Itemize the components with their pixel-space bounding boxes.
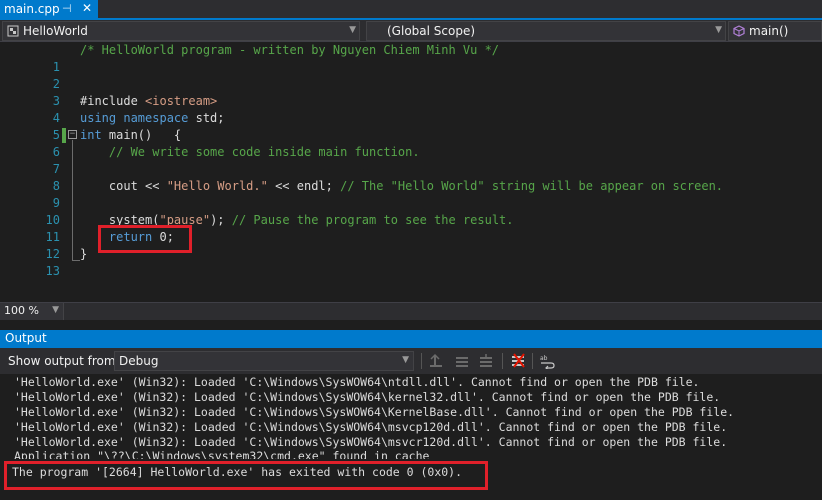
close-tab-icon[interactable]: ✕ <box>82 1 92 15</box>
line-number: 9 <box>52 196 60 210</box>
collapse-block-icon[interactable]: − <box>68 130 77 139</box>
return-highlight-box <box>98 225 192 253</box>
code-line-header-comment: /* HelloWorld program - written by Nguye… <box>80 43 500 57</box>
line-number: 7 <box>52 162 60 176</box>
navigation-bar: HelloWorld ▼ (Global Scope) ▼ main() <box>0 20 822 42</box>
line-number: 3 <box>52 94 60 108</box>
output-line: 'HelloWorld.exe' (Win32): Loaded 'C:\Win… <box>14 405 735 419</box>
chevron-down-icon: ▼ <box>52 305 59 315</box>
chevron-down-icon: ▼ <box>715 25 722 35</box>
output-source-value: Debug <box>119 354 159 368</box>
line-number: 11 <box>45 230 60 244</box>
fold-guide <box>72 140 73 260</box>
code-line-6: int main() { <box>80 127 181 144</box>
line-number: 2 <box>52 77 60 91</box>
chevron-down-icon: ▼ <box>349 25 356 35</box>
line-number: 8 <box>52 179 60 193</box>
code-line-3: #include <iostream> <box>80 93 217 110</box>
scope-dropdown[interactable]: (Global Scope) ▼ <box>366 21 726 41</box>
line-number: 5 <box>52 128 60 142</box>
output-toolbar: Show output from: Debug ▼ ab <box>0 348 822 374</box>
line-number: 13 <box>45 264 60 278</box>
output-line: 'HelloWorld.exe' (Win32): Loaded 'C:\Win… <box>14 420 728 434</box>
code-token: // The "Hello World" string will be appe… <box>340 179 724 193</box>
show-output-from-label: Show output from: <box>8 354 120 368</box>
code-token: <iostream> <box>145 94 218 108</box>
code-token: "Hello World." <box>166 179 268 193</box>
output-line: Application "\??\C:\Windows\system32\cmd… <box>14 449 430 459</box>
line-number: 12 <box>45 247 60 261</box>
line-number: 1 <box>52 60 60 74</box>
scope-name: (Global Scope) <box>387 24 476 38</box>
line-number: 6 <box>52 145 60 159</box>
method-cube-icon <box>733 25 745 37</box>
project-name: HelloWorld <box>23 24 88 38</box>
toolbar-separator <box>421 353 422 369</box>
code-token: << endl; <box>267 179 341 193</box>
chevron-down-icon: ▼ <box>402 355 409 365</box>
code-token: int <box>80 128 102 142</box>
code-token: cout << <box>80 179 167 193</box>
toggle-word-wrap-icon[interactable]: ab <box>539 353 555 369</box>
goto-prev-message-icon[interactable] <box>428 353 444 369</box>
code-line-9: cout << "Hello World." << endl; // The "… <box>80 178 723 195</box>
change-marker <box>62 128 66 143</box>
pin-tab-icon[interactable]: ⊣ <box>62 2 72 15</box>
svg-text:ab: ab <box>540 355 548 362</box>
zoom-dropdown[interactable]: 100 % ▼ <box>0 303 64 320</box>
code-line-13: } <box>80 247 88 261</box>
member-dropdown[interactable]: main() <box>728 21 822 41</box>
code-token: std; <box>188 111 225 125</box>
line-number: 4 <box>52 111 60 125</box>
code-token: // Pause the program to see the result. <box>231 213 514 227</box>
code-token: ); <box>210 213 232 227</box>
output-panel-title[interactable]: Output <box>0 330 822 348</box>
toolbar-separator <box>532 353 533 369</box>
editor-status-strip: 100 % ▼ <box>0 302 822 320</box>
code-token: #include <box>80 94 146 108</box>
fold-guide-end <box>72 260 80 261</box>
tab-main-cpp[interactable]: main.cpp ⊣ ✕ <box>0 0 98 20</box>
align-lines-icon[interactable] <box>478 353 494 369</box>
toolbar-separator <box>502 353 503 369</box>
code-line-7: // We write some code inside main functi… <box>80 145 420 159</box>
tab-title: main.cpp <box>4 2 60 16</box>
line-number: 10 <box>45 213 60 227</box>
project-dropdown[interactable]: HelloWorld ▼ <box>2 21 360 41</box>
output-line: 'HelloWorld.exe' (Win32): Loaded 'C:\Win… <box>14 435 728 449</box>
output-line: 'HelloWorld.exe' (Win32): Loaded 'C:\Win… <box>14 390 721 404</box>
cpp-project-icon <box>7 25 19 37</box>
output-source-dropdown[interactable]: Debug ▼ <box>114 351 414 371</box>
clear-all-icon[interactable] <box>510 353 526 369</box>
zoom-level: 100 % <box>4 304 39 317</box>
goto-next-message-icon[interactable] <box>454 353 470 369</box>
code-token: main() { <box>101 128 182 142</box>
line-number <box>0 42 60 59</box>
member-name: main() <box>749 24 789 38</box>
exit-code-highlight-box <box>4 461 488 490</box>
code-editor[interactable]: 1 2 3 4 5 6 7 8 9 10 11 12 13 − /* Hello… <box>0 42 822 302</box>
output-line: 'HelloWorld.exe' (Win32): Loaded 'C:\Win… <box>14 375 700 389</box>
document-tab-strip: main.cpp ⊣ ✕ <box>0 0 822 20</box>
code-token: using namespace <box>80 111 189 125</box>
code-line-4: using namespace std; <box>80 110 225 127</box>
